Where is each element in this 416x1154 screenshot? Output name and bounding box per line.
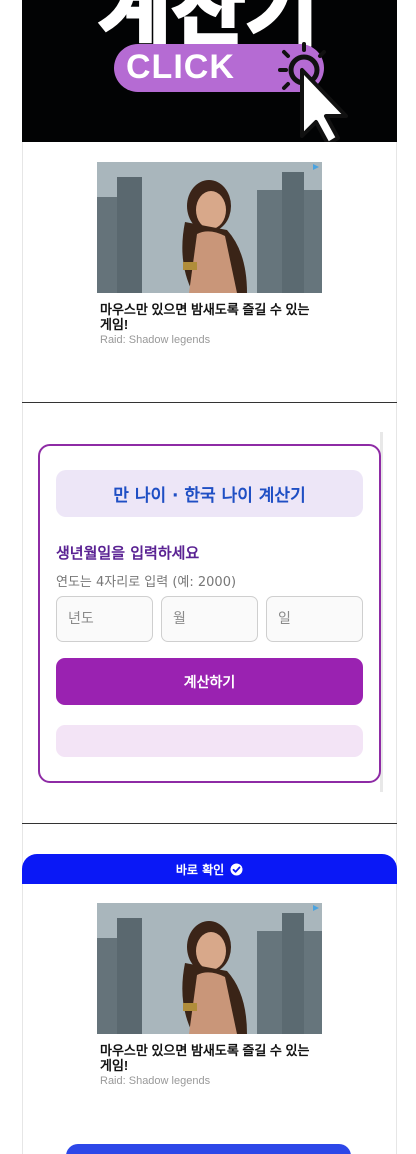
- quick-confirm-label: 바로 확인: [175, 862, 225, 877]
- birthdate-prompt: 생년월일을 입력하세요: [56, 544, 200, 562]
- ad-block[interactable]: 마우스만 있으면 밤새도록 즐길 수 있는 게임! Raid: Shadow l…: [97, 162, 322, 346]
- bottom-action-button[interactable]: [66, 1144, 351, 1154]
- month-input[interactable]: [161, 596, 258, 642]
- cursor-icon: [278, 42, 348, 142]
- check-circle-icon: [230, 863, 243, 875]
- calculator-banner[interactable]: 계산기 CLICK: [22, 0, 397, 142]
- year-input[interactable]: [56, 596, 153, 642]
- ad-source[interactable]: Raid: Shadow legends: [97, 334, 322, 346]
- day-input[interactable]: [266, 596, 363, 642]
- calculate-button[interactable]: 계산하기: [56, 658, 363, 705]
- age-calculator-card: 만 나이 · 한국 나이 계산기 생년월일을 입력하세요 연도는 4자리로 입력…: [38, 444, 381, 783]
- ad-choices-icon[interactable]: [312, 163, 320, 171]
- ad-title[interactable]: 마우스만 있으면 밤새도록 즐길 수 있는 게임!: [97, 302, 322, 332]
- page-edge-right: [396, 0, 397, 1154]
- ad-illustration: [97, 162, 322, 293]
- page-edge-left: [22, 0, 23, 1154]
- ad-source[interactable]: Raid: Shadow legends: [97, 1075, 322, 1087]
- quick-confirm-bar[interactable]: 바로 확인: [22, 854, 397, 884]
- section-divider: [22, 823, 397, 824]
- ad-image[interactable]: [97, 162, 322, 293]
- click-label: CLICK: [126, 48, 235, 86]
- section-divider: [22, 402, 397, 403]
- ad-illustration: [97, 903, 322, 1034]
- ad-block[interactable]: 마우스만 있으면 밤새도록 즐길 수 있는 게임! Raid: Shadow l…: [97, 903, 322, 1087]
- calculator-title: 만 나이 · 한국 나이 계산기: [56, 470, 363, 517]
- ad-choices-icon[interactable]: [312, 904, 320, 912]
- ad-title[interactable]: 마우스만 있으면 밤새도록 즐길 수 있는 게임!: [97, 1043, 322, 1073]
- year-format-hint: 연도는 4자리로 입력 (예: 2000): [56, 575, 237, 590]
- ad-image[interactable]: [97, 903, 322, 1034]
- result-box: [56, 725, 363, 757]
